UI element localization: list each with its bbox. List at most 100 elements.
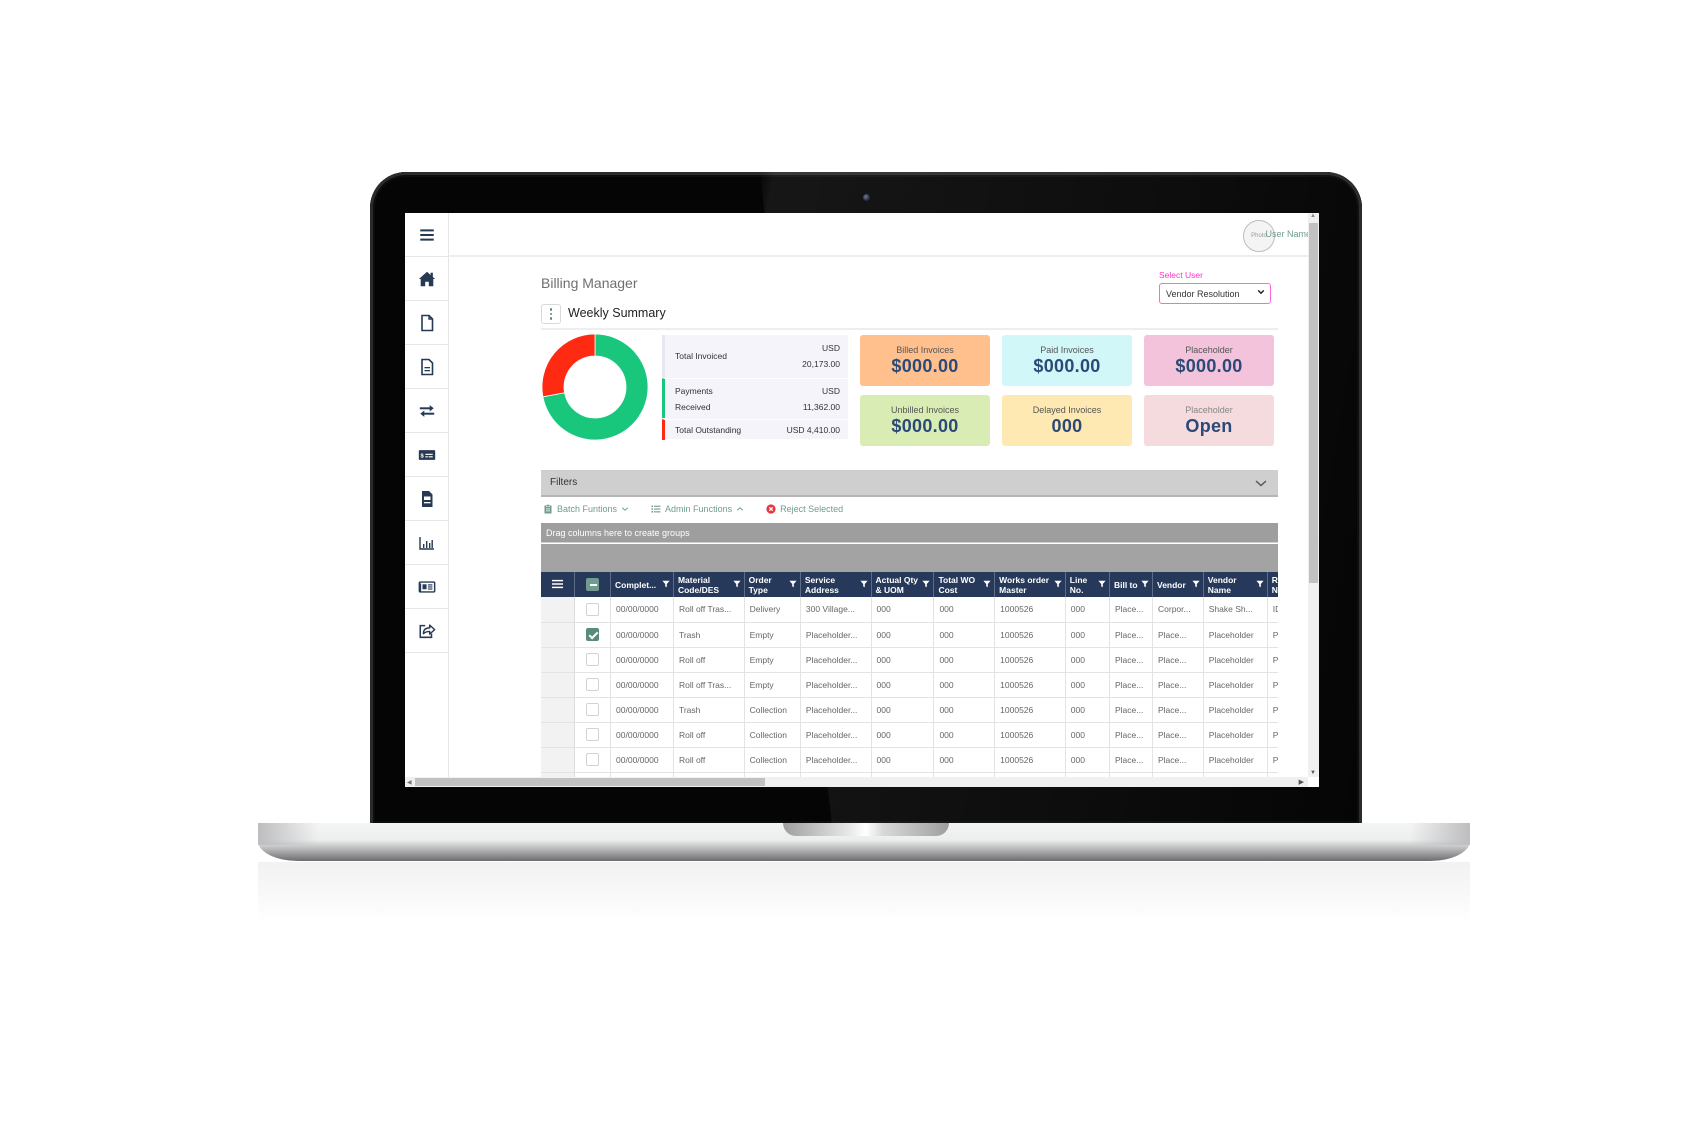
table-row[interactable]: 00/00/0000 Roll off Collection Placeholder.… — [541, 722, 1278, 748]
placeholder-status-card[interactable]: Placeholder Open — [1144, 395, 1274, 446]
vertical-scroll-thumb[interactable] — [1309, 223, 1318, 583]
table-cell: Roll off — [673, 747, 745, 773]
sidebar-item-payments[interactable]: $ — [405, 433, 448, 477]
column-header[interactable]: Ref Num — [1267, 572, 1278, 597]
row-gutter — [541, 722, 575, 748]
user-name[interactable]: User Name — [1265, 229, 1311, 239]
sidebar-item-documents[interactable] — [405, 301, 448, 345]
group-by-drop-zone[interactable] — [541, 544, 1278, 572]
row-gutter — [541, 597, 575, 623]
billed-invoices-card[interactable]: Billed Invoices $000.00 — [860, 335, 990, 386]
row-checkbox[interactable] — [585, 628, 599, 641]
table-row[interactable]: 00/00/0000 Trash Collection Placeholder... 0… — [541, 697, 1278, 723]
reject-selected-button[interactable]: Reject Selected — [766, 501, 843, 517]
card-value: $000.00 — [891, 416, 959, 436]
table-cell: 00/00/0000 — [610, 697, 674, 723]
table-cell: Placeholder... — [800, 722, 872, 748]
column-header[interactable]: Bill to — [1109, 572, 1154, 597]
column-header[interactable]: Vendor Name — [1203, 572, 1268, 597]
row-checkbox[interactable] — [585, 703, 599, 716]
table-cell: 000 — [871, 647, 935, 673]
table-cell: 000 — [933, 672, 996, 698]
admin-functions-button[interactable]: Admin Functions — [651, 501, 744, 517]
table-cell: 000 — [1065, 647, 1110, 673]
row-checkbox[interactable] — [585, 602, 599, 616]
column-header[interactable]: Line No. — [1065, 572, 1110, 597]
home-icon — [418, 271, 435, 286]
column-header[interactable]: Actual Qty & UOM — [871, 572, 935, 597]
row-checkbox[interactable] — [585, 728, 599, 741]
column-header[interactable]: Order Type — [744, 572, 801, 597]
table-row[interactable]: 00/00/0000 Roll off Collection Placeholder.… — [541, 747, 1278, 773]
scroll-up-arrow-icon[interactable]: ▲ — [1310, 213, 1316, 219]
table-row[interactable]: 00/00/0000 Trash Empty Placeholder... 000 000… — [541, 622, 1278, 648]
filter-icon[interactable] — [1256, 580, 1264, 588]
row-checkbox[interactable] — [585, 753, 599, 766]
table-row[interactable]: 00/00/0000 Roll off Tras... Empty Placehold… — [541, 672, 1278, 698]
sidebar-item-share[interactable] — [405, 609, 448, 653]
select-user-dropdown[interactable]: Vendor Resolution — [1159, 283, 1271, 304]
placeholder-amount-card[interactable]: Placeholder $000.00 — [1144, 335, 1274, 386]
filter-icon[interactable] — [789, 580, 797, 588]
summary-options-button[interactable] — [541, 304, 561, 324]
payments-received-row: Payments Received USD 11,362.00 — [662, 378, 848, 418]
sidebar-item-home[interactable] — [405, 257, 448, 301]
filter-icon[interactable] — [1054, 580, 1062, 588]
sidebar-item-reports[interactable] — [405, 477, 448, 521]
table-cell: 00/00/0000 — [610, 747, 674, 773]
clipboard-icon — [544, 504, 552, 514]
horizontal-scroll-thumb[interactable] — [415, 778, 765, 786]
sidebar-item-analytics[interactable] — [405, 521, 448, 565]
indeterminate-checkbox-icon — [585, 578, 599, 591]
filters-panel-toggle[interactable]: Filters — [541, 470, 1278, 497]
filter-icon[interactable] — [732, 580, 741, 588]
scroll-down-arrow-icon[interactable]: ▼ — [1310, 770, 1316, 776]
column-header[interactable]: Total WO Cost — [933, 572, 996, 597]
delayed-invoices-card[interactable]: Delayed Invoices 000 — [1002, 395, 1132, 446]
newspaper-icon — [418, 580, 435, 593]
column-header-label: Line No. — [1069, 574, 1088, 595]
column-header[interactable]: Vendor — [1152, 572, 1204, 597]
sidebar-item-text-documents[interactable] — [405, 345, 448, 389]
row-checkbox[interactable] — [585, 678, 599, 691]
table-cell: Place... — [1109, 722, 1154, 748]
batch-functions-button[interactable]: Batch Funtions — [543, 501, 629, 517]
table-cell: 1000526 — [994, 747, 1066, 773]
table-cell: Placeholder... — [800, 622, 872, 648]
paid-invoices-card[interactable]: Paid Invoices $000.00 — [1002, 335, 1132, 386]
column-header[interactable]: Works order Master — [994, 572, 1066, 597]
scroll-left-arrow-icon[interactable]: ◀ — [407, 779, 412, 786]
text-document-icon — [420, 358, 433, 375]
scroll-right-arrow-icon[interactable]: ▶ — [1299, 778, 1304, 786]
table-cell: Placeholder — [1203, 722, 1268, 748]
table-row[interactable]: 00/00/0000 Roll off Empty Placeholder... 000… — [541, 647, 1278, 673]
horizontal-scrollbar[interactable]: ◀ ▶ — [405, 777, 1308, 787]
laptop-notch — [783, 823, 949, 836]
filter-icon[interactable] — [922, 580, 931, 588]
filter-icon[interactable] — [662, 580, 670, 588]
filter-icon[interactable] — [859, 580, 868, 588]
sidebar-menu-toggle[interactable] — [405, 213, 448, 257]
sidebar-item-transfers[interactable] — [405, 389, 448, 433]
table-cell: 000 — [871, 672, 935, 698]
row-gutter — [541, 697, 575, 723]
vertical-scrollbar[interactable]: ▲ ▼ — [1308, 213, 1319, 777]
table-cell: 00/00/0000 — [610, 722, 674, 748]
sidebar-item-news[interactable] — [405, 565, 448, 609]
column-menu-button[interactable] — [541, 572, 575, 597]
filter-icon[interactable] — [1098, 580, 1106, 588]
table-cell: Placeholder — [1203, 622, 1268, 648]
filter-icon[interactable] — [1141, 580, 1149, 588]
select-all-checkbox[interactable] — [574, 572, 612, 597]
column-header[interactable]: Material Code/DES — [673, 572, 745, 597]
table-row[interactable]: 00/00/0000 Roll off Tras... Delivery 300 Vi… — [541, 597, 1278, 623]
table-cell: Pla — [1267, 647, 1278, 673]
laptop-reflection — [258, 862, 1470, 922]
unbilled-invoices-card[interactable]: Unbilled Invoices $000.00 — [860, 395, 990, 446]
filter-icon[interactable] — [1192, 580, 1200, 588]
row-checkbox[interactable] — [585, 653, 599, 666]
filter-icon[interactable] — [983, 580, 991, 588]
column-header[interactable]: Service Address — [800, 572, 872, 597]
table-cell: Placeholder... — [800, 697, 872, 723]
column-header[interactable]: Complet... — [610, 572, 674, 597]
